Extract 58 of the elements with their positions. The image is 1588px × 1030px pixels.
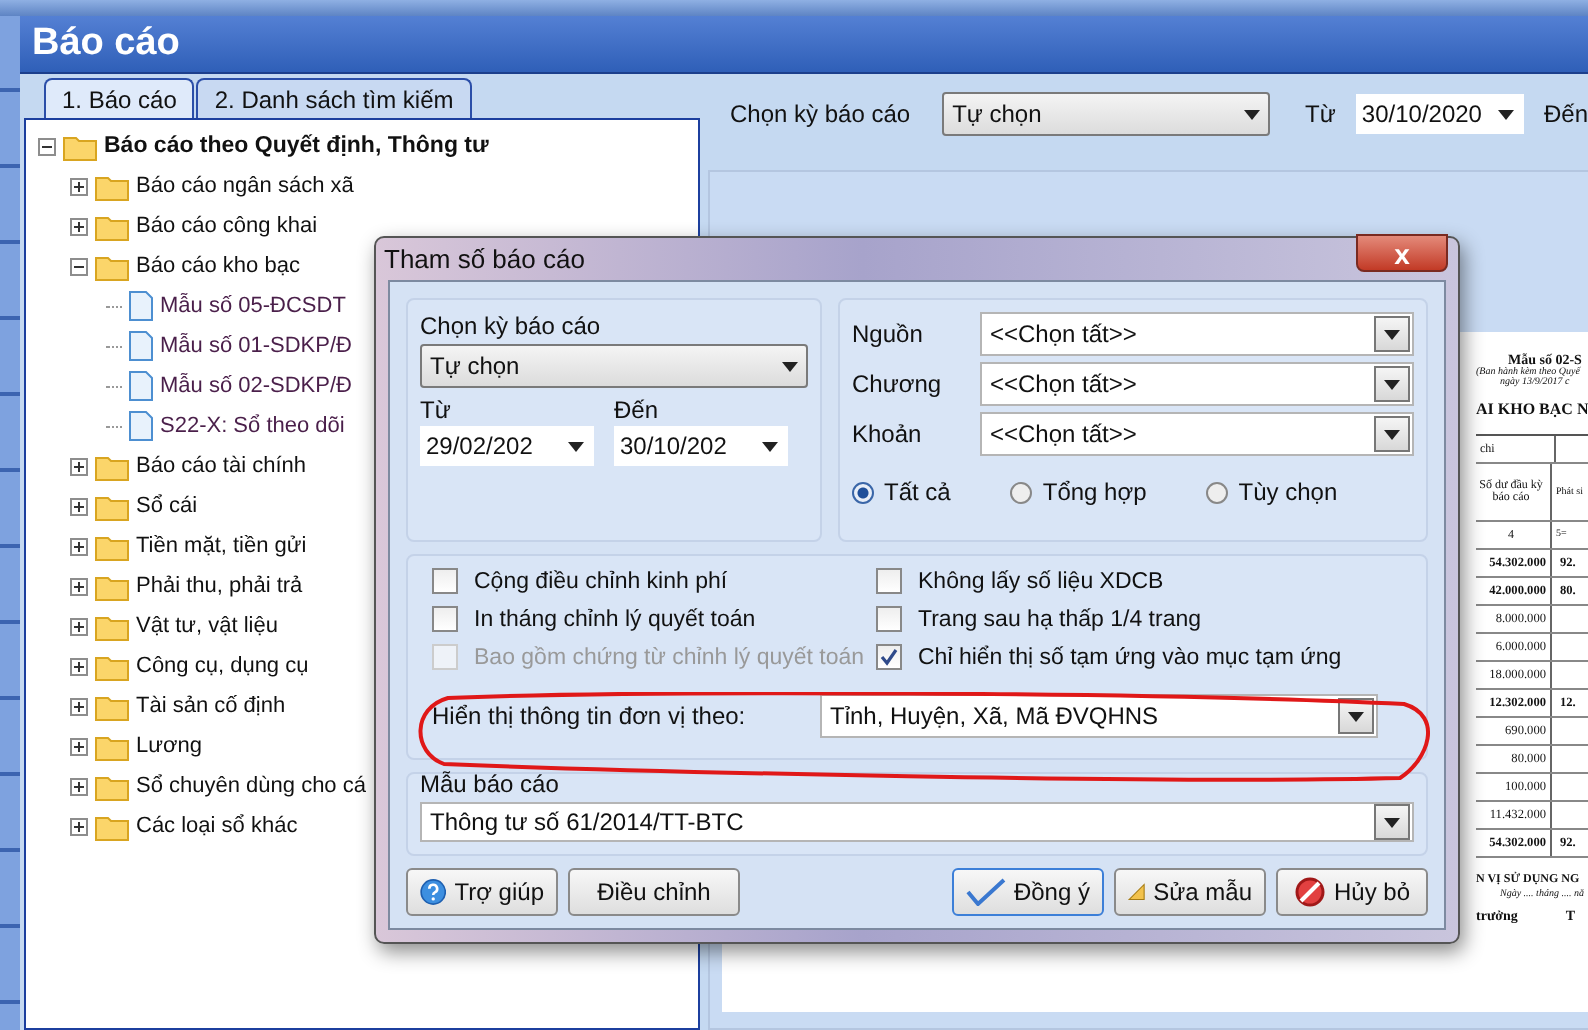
filter-dropdown[interactable]: <<Chọn tất>> [980,312,1414,356]
template-label: Mẫu báo cáo [420,770,561,798]
page-title: Báo cáo [32,22,180,66]
close-button[interactable]: x [1356,234,1448,272]
dialog-title: Tham số báo cáo [384,244,585,274]
edit-template-button[interactable]: Sửa mẫu [1114,868,1266,916]
tree-item[interactable]: Báo cáo công khai [136,214,318,238]
from-date-field[interactable]: 29/02/202 [420,426,594,466]
to-date-field[interactable]: 30/10/202 [614,426,788,466]
radio-label[interactable]: Tùy chọn [1238,478,1338,506]
template-dropdown[interactable]: Thông tư số 61/2014/TT-BTC [420,802,1414,842]
tree-item[interactable]: Công cụ, dụng cụ [136,654,309,678]
filter-dropdown[interactable]: <<Chọn tất>> [980,412,1414,456]
checkbox-label[interactable]: Trang sau hạ thấp 1/4 trang [918,607,1202,631]
to-label: Đến [614,396,661,424]
help-button[interactable]: Trợ giúp [406,868,558,916]
tree-item[interactable]: Báo cáo theo Quyết định, Thông tư [104,134,489,158]
tree-item[interactable]: Sổ cái [136,494,198,518]
tree-item[interactable]: Mẫu số 02-SDKP/Đ [160,374,352,398]
unit-display-label: Hiển thị thông tin đơn vị theo: [432,702,748,730]
checkbox-label[interactable]: In tháng chỉnh lý quyết toán [474,607,756,631]
period-dropdown[interactable]: Tự chọn [942,92,1270,136]
tab[interactable]: 1. Báo cáo [44,78,195,118]
from-label: Từ [1305,100,1336,128]
period-dropdown[interactable]: Tự chọn [420,344,808,388]
tab[interactable]: 2. Danh sách tìm kiếm [196,78,472,118]
radio-label[interactable]: Tổng hợp [1042,478,1147,506]
period-label: Chọn kỳ báo cáo [730,100,911,128]
tree-item[interactable]: Vật tư, vật liệu [136,614,278,638]
tree-item[interactable]: Báo cáo ngân sách xã [136,174,354,198]
ok-button[interactable]: Đồng ý [952,868,1104,916]
checkbox-label[interactable]: Chỉ hiển thị số tạm ứng vào mục tạm ứng [918,645,1342,669]
radio-label[interactable]: Tất cả [884,478,951,506]
period-label: Chọn kỳ báo cáo [420,312,603,340]
checkbox-label[interactable]: Cộng điều chỉnh kinh phí [474,569,728,593]
tree-item[interactable]: Mẫu số 05-ĐCSDT [160,294,346,318]
tree-item[interactable]: Tài sản cố định [136,694,286,718]
filter-label: Khoản [852,420,924,448]
cancel-button[interactable]: Hủy bỏ [1276,868,1428,916]
from-label: Từ [420,396,453,424]
adjust-button[interactable]: Điều chỉnh [568,868,740,916]
filter-label: Nguồn [852,320,925,348]
tree-item[interactable]: S22-X: Sổ theo dõi [160,414,345,438]
tree-item[interactable]: Phải thu, phải trả [136,574,303,598]
document-heading: AI KHO BẠC N [1476,400,1588,418]
tree-item[interactable]: Lương [136,734,202,758]
from-date-field[interactable]: 30/10/2020 [1355,94,1524,134]
tree-item[interactable]: Báo cáo tài chính [136,454,307,478]
filter-label: Chương [852,370,944,398]
tree-item[interactable]: Báo cáo kho bạc [136,254,300,278]
tree-item[interactable]: Mẫu số 01-SDKP/Đ [160,334,352,358]
tree-item[interactable]: Sổ chuyên dùng cho cá [136,774,366,798]
to-label: Đến [1543,100,1588,128]
tree-item[interactable]: Các loại sổ khác [136,814,298,838]
unit-display-dropdown[interactable]: Tỉnh, Huyện, Xã, Mã ĐVQHNS [820,694,1378,738]
tree-item[interactable]: Tiền mặt, tiền gửi [136,534,307,558]
checkbox-label[interactable]: Không lấy số liệu XDCB [918,569,1164,593]
filter-dropdown[interactable]: <<Chọn tất>> [980,362,1414,406]
